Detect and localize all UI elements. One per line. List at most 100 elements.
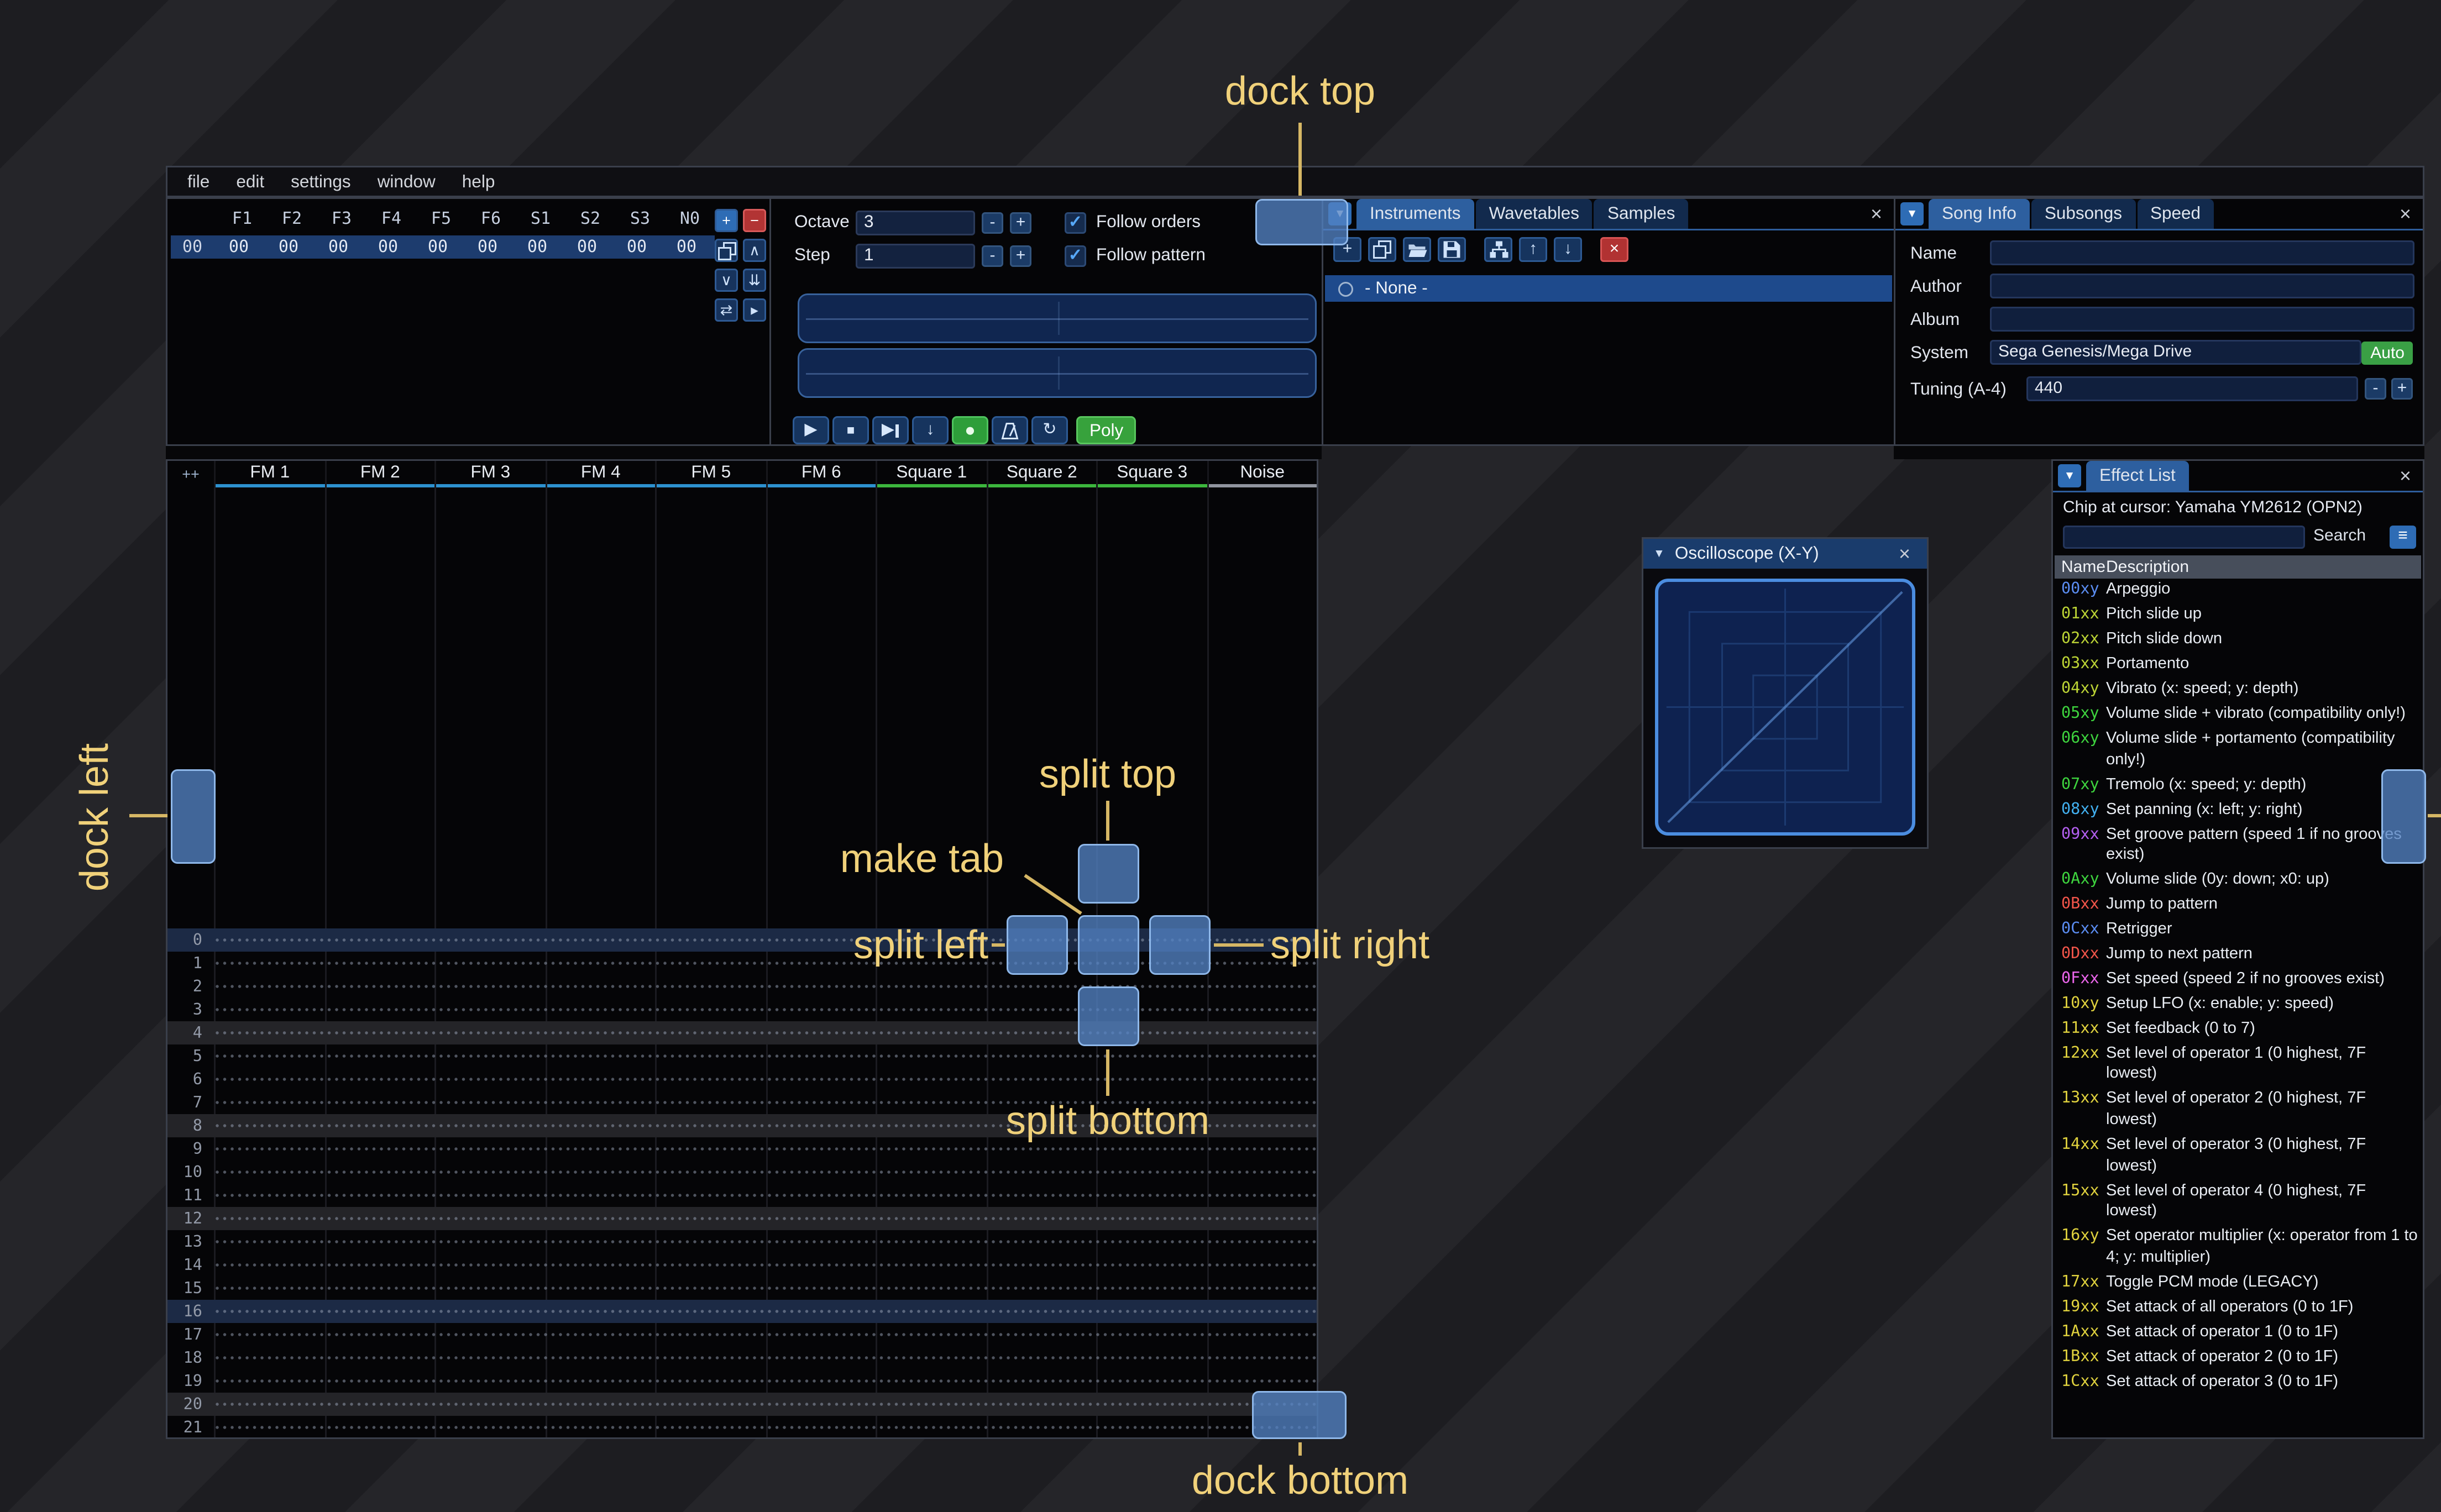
pattern-row-cells[interactable] xyxy=(214,1346,1317,1369)
channel-header[interactable]: Noise xyxy=(1206,461,1317,487)
edit-record-toggle[interactable]: ● xyxy=(952,416,988,444)
pattern-row[interactable]: 13 xyxy=(167,1230,1317,1253)
tab-effect-list[interactable]: Effect List xyxy=(2086,461,2189,491)
channel-header[interactable]: Square 3 xyxy=(1096,461,1207,487)
pattern-row-cells[interactable] xyxy=(214,1300,1317,1323)
follow-orders-checkbox[interactable]: ✓ xyxy=(1065,211,1086,233)
pattern-row[interactable]: 16 xyxy=(167,1300,1317,1323)
step-input[interactable] xyxy=(856,243,975,268)
duplicate-order-end-button[interactable]: ⇊ xyxy=(743,269,766,292)
pattern-row-cells[interactable] xyxy=(214,1230,1317,1253)
duplicate-instrument-button[interactable] xyxy=(1368,237,1396,262)
pattern-row-cells[interactable] xyxy=(214,1021,1317,1044)
instrument-list-item[interactable]: - None - xyxy=(1325,275,1892,302)
horizontal-splitter[interactable] xyxy=(1894,446,2424,459)
effect-list-item[interactable]: 0Fxx Set speed (speed 2 if no grooves ex… xyxy=(2055,968,2421,993)
channel-header[interactable]: Square 2 xyxy=(986,461,1096,487)
order-cell[interactable]: 00 xyxy=(313,238,363,256)
effect-list-item[interactable]: 03xx Portamento xyxy=(2055,653,2421,678)
effect-list-item[interactable]: 01xx Pitch slide up xyxy=(2055,603,2421,628)
instrument-folders-toggle-button[interactable] xyxy=(1484,237,1512,262)
split-target-left[interactable] xyxy=(1007,915,1068,975)
tuning-increase-button[interactable]: + xyxy=(2391,378,2413,400)
pattern-row[interactable]: 11 xyxy=(167,1184,1317,1207)
pattern-row-cells[interactable] xyxy=(214,1277,1317,1300)
song-author-input[interactable] xyxy=(1990,274,2414,298)
effect-list-item[interactable]: 05xy Volume slide + vibrato (compatibili… xyxy=(2055,703,2421,728)
octave-increase-button[interactable]: + xyxy=(1010,211,1031,233)
pattern-row[interactable]: 17 xyxy=(167,1323,1317,1346)
pattern-row[interactable]: 6 xyxy=(167,1068,1317,1091)
effect-list-item[interactable]: 00xy Arpeggio xyxy=(2055,579,2421,603)
pattern-row[interactable]: 2 xyxy=(167,975,1317,998)
order-cell[interactable]: 00 xyxy=(512,238,562,256)
open-instrument-button[interactable] xyxy=(1403,237,1431,262)
dock-target-bottom[interactable] xyxy=(1252,1391,1347,1439)
effect-list-menu-button[interactable]: ≡ xyxy=(2390,524,2416,548)
move-order-up-button[interactable]: ∧ xyxy=(743,239,766,262)
effect-list-item[interactable]: 1Bxx Set attack of operator 2 (0 to 1F) xyxy=(2055,1345,2421,1370)
close-window-button[interactable]: × xyxy=(1892,544,1917,564)
effect-list-item[interactable]: 04xy Vibrato (x: speed; y: depth) xyxy=(2055,678,2421,703)
effect-list-item[interactable]: 0Bxx Jump to pattern xyxy=(2055,894,2421,918)
effect-list-item[interactable]: 17xx Toggle PCM mode (LEGACY) xyxy=(2055,1271,2421,1295)
effect-list-item[interactable]: 1Cxx Set attack of operator 3 (0 to 1F) xyxy=(2055,1370,2421,1395)
tab[interactable]: Wavetables xyxy=(1475,199,1593,229)
pattern-row[interactable]: 1 xyxy=(167,952,1317,975)
system-input[interactable] xyxy=(1990,340,2361,365)
close-panel-button[interactable]: × xyxy=(1864,204,1889,224)
pattern-row[interactable]: 20 xyxy=(167,1393,1317,1416)
menu-item[interactable]: window xyxy=(364,169,449,195)
pattern-row-cells[interactable] xyxy=(214,1323,1317,1346)
menu-item[interactable]: settings xyxy=(277,169,364,195)
follow-pattern-checkbox[interactable]: ✓ xyxy=(1065,244,1086,266)
step-increase-button[interactable]: + xyxy=(1010,244,1031,266)
expand-channels-button[interactable]: ++ xyxy=(167,461,214,487)
menu-item[interactable]: help xyxy=(449,169,509,195)
channel-header[interactable]: FM 2 xyxy=(324,461,434,487)
pattern-row-cells[interactable] xyxy=(214,1207,1317,1230)
pattern-row[interactable]: 18 xyxy=(167,1346,1317,1369)
order-cell[interactable]: 00 xyxy=(612,238,662,256)
pattern-row-cells[interactable] xyxy=(214,1416,1317,1437)
order-row-index[interactable]: 00 xyxy=(171,238,214,256)
effect-list-item[interactable]: 16xy Set operator multiplier (x: operato… xyxy=(2055,1225,2421,1271)
pattern-row[interactable]: 15 xyxy=(167,1277,1317,1300)
effect-list-item[interactable]: 14xx Set level of operator 3 (0 highest,… xyxy=(2055,1133,2421,1179)
auto-system-button[interactable]: Auto xyxy=(2362,342,2413,365)
oscilloscope-title-bar[interactable]: ▼ Oscilloscope (X-Y) × xyxy=(1643,539,1927,569)
repeat-pattern-button[interactable]: ↻ xyxy=(1031,416,1068,444)
channel-header[interactable]: FM 6 xyxy=(765,461,876,487)
make-tab-target[interactable] xyxy=(1078,915,1139,975)
pattern-row[interactable]: 4 xyxy=(167,1021,1317,1044)
effect-list-item[interactable]: 19xx Set attack of all operators (0 to 1… xyxy=(2055,1295,2421,1320)
tab[interactable]: Instruments xyxy=(1356,199,1474,229)
channel-header[interactable]: FM 5 xyxy=(655,461,766,487)
tab-list-button[interactable]: ▼ xyxy=(1900,202,1924,225)
song-name-input[interactable] xyxy=(1990,240,2414,265)
order-cell[interactable]: 00 xyxy=(214,238,264,256)
pattern-row[interactable]: 14 xyxy=(167,1253,1317,1277)
move-instrument-down-button[interactable]: ↓ xyxy=(1554,237,1582,262)
move-order-down-button[interactable]: ∨ xyxy=(715,269,738,292)
pattern-row-cells[interactable] xyxy=(214,1393,1317,1416)
tab-list-button[interactable]: ▼ xyxy=(2058,464,2081,487)
pattern-row-cells[interactable] xyxy=(214,1068,1317,1091)
order-row[interactable]: 00 00 00 00 00 00 00 00 00 00 00 xyxy=(171,235,715,259)
order-cell[interactable]: 00 xyxy=(562,238,612,256)
pattern-row-cells[interactable] xyxy=(214,1253,1317,1277)
tab[interactable]: Subsongs xyxy=(2031,199,2135,229)
tuning-decrease-button[interactable]: - xyxy=(2365,378,2386,400)
channel-header[interactable]: FM 1 xyxy=(214,461,324,487)
order-cell[interactable]: 00 xyxy=(363,238,413,256)
stop-button[interactable]: ■ xyxy=(832,416,869,444)
octave-input[interactable] xyxy=(856,209,975,235)
dock-target-left[interactable] xyxy=(171,769,216,864)
pattern-row-cells[interactable] xyxy=(214,1044,1317,1068)
effect-list-item[interactable]: 09xx Set groove pattern (speed 1 if no g… xyxy=(2055,823,2421,869)
channel-header[interactable]: FM 3 xyxy=(434,461,545,487)
order-edit-cursor-button[interactable]: ▸ xyxy=(743,298,766,322)
menu-item[interactable]: file xyxy=(174,169,223,195)
pattern-row[interactable]: 5 xyxy=(167,1044,1317,1068)
pattern-row[interactable]: 19 xyxy=(167,1369,1317,1393)
